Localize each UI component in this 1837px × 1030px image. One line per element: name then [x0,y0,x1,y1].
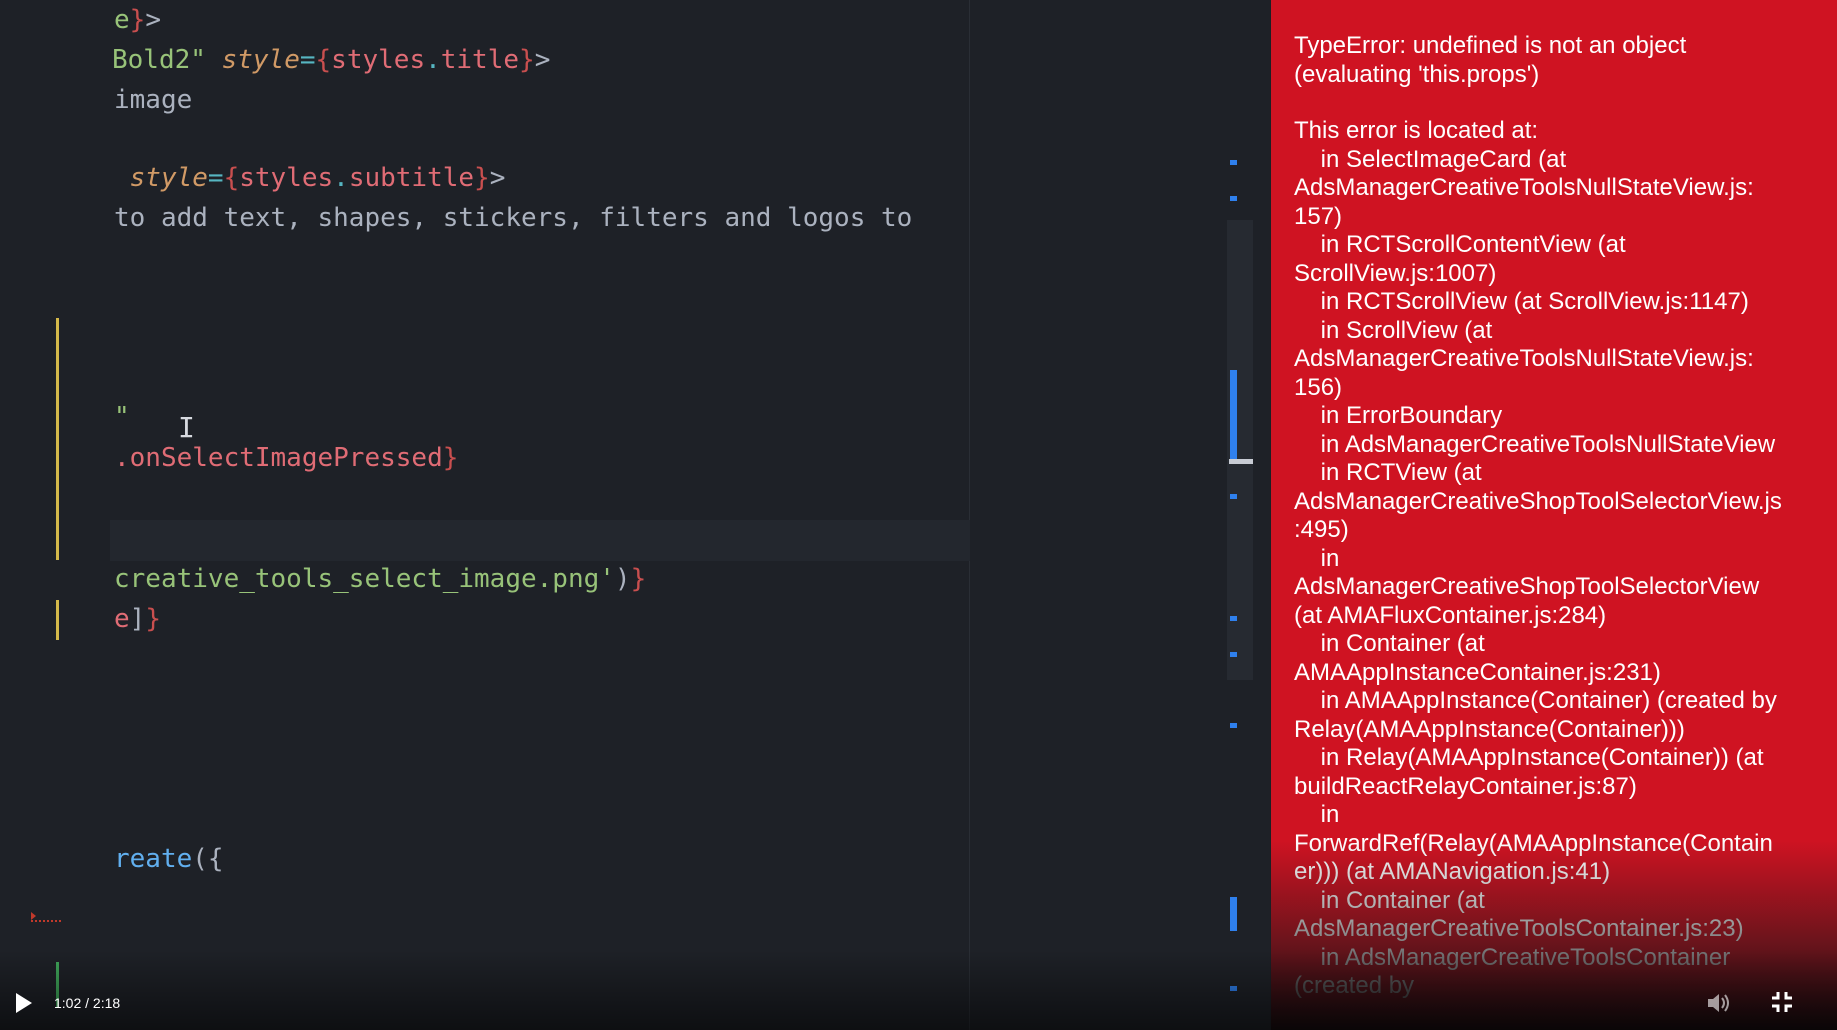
code-line[interactable]: e]} [114,599,161,639]
stack-trace-line: in ErrorBoundary [1294,402,1503,429]
stack-trace-line: in AdsManagerCreativeToolsNullStateView [1294,430,1776,458]
code-token: styles [239,163,334,193]
code-token: style [221,45,300,75]
error-title-line: TypeError: undefined is not an object [1294,32,1687,59]
code-token: to add text, shapes, stickers, filters a… [114,203,913,233]
error-title-line: (evaluating 'this.props') [1294,60,1540,88]
code-token: . [425,45,441,75]
code-token: = [299,45,316,75]
code-token: ] [129,604,146,634]
code-token: } [474,163,490,193]
code-line[interactable]: " [114,397,130,437]
active-line-highlight [110,520,970,561]
code-token: . [333,163,349,193]
code-token: } [519,45,535,75]
code-line[interactable]: .onSelectImagePressed} [114,438,458,478]
stack-trace-line: in SelectImageCard (at [1294,145,1567,173]
scrollbar-marker [1230,494,1237,499]
play-button[interactable] [13,991,35,1015]
stack-trace-line: 156) [1294,373,1343,401]
git-modified-marker [56,318,59,560]
code-token: } [630,564,647,594]
stack-trace-line: AdsManagerCreativeShopToolSelectorView [1294,573,1760,600]
code-line[interactable]: Bold2" style={styles.title}> [112,40,550,80]
stack-trace-line: in Container (at [1294,630,1485,657]
scrollbar-marker [1230,616,1237,621]
stack-trace-line: This error is located at: [1294,117,1539,144]
code-token: " [114,402,130,432]
stack-trace-line: in [1294,544,1340,572]
stack-trace-line: AdsManagerCreativeShopToolSelectorView.j… [1294,487,1782,515]
code-editor[interactable]: e}> Bold2" style={styles.title}> image sty… [0,0,1270,1030]
video-controls: 1:02 / 2:18 [0,950,1837,1030]
code-line[interactable]: image [114,80,192,120]
stack-trace-line: 157) [1294,202,1343,230]
code-token: .onSelectImagePressed [114,443,443,473]
breakpoint-icon[interactable] [31,912,61,922]
scrollbar-thumb[interactable] [1229,459,1253,464]
stack-trace-line: AMAAppInstanceContainer.js:231) [1294,658,1661,686]
code-line[interactable]: to add text, shapes, stickers, filters a… [114,198,912,238]
code-token: { [223,163,240,193]
volume-icon [1708,994,1729,1012]
code-token: image [114,85,193,115]
code-token: e [114,5,130,35]
time-display: 1:02 / 2:18 [54,995,121,1011]
exit-fullscreen-button[interactable] [1770,990,1794,1014]
code-token: } [129,5,146,35]
code-token: e [114,604,130,634]
editor-ruler [969,0,970,1030]
scrollbar-marker [1230,196,1237,201]
code-token: > [534,45,551,75]
code-token: } [442,443,459,473]
code-line[interactable]: reate({ [114,839,224,879]
stack-trace-line: AdsManagerCreativeToolsNullStateView.js: [1294,174,1754,201]
exit-fullscreen-icon [1772,992,1792,1012]
code-line[interactable]: e}> [114,0,161,40]
stack-trace-line: in ScrollView (at [1294,316,1493,344]
stack-trace-line: (at AMAFluxContainer.js:284) [1294,601,1607,629]
code-token: } [145,604,161,634]
code-token: ({ [192,844,224,874]
scrollbar-marker [1230,723,1237,728]
stack-trace-line: :495) [1294,516,1349,543]
stack-trace-line: in RCTScrollView (at ScrollView.js:1147) [1294,288,1749,315]
code-token: { [315,45,332,75]
stack-trace-line: buildReactRelayContainer.js:87) [1294,772,1637,800]
stack-trace-line: in RCTView (at [1294,459,1482,486]
stack-trace-line: ScrollView.js:1007) [1294,259,1497,287]
code-line[interactable]: creative_tools_select_image.png')} [114,559,646,599]
code-token: styles [331,45,426,75]
stack-trace-line: Relay(AMAAppInstance(Container))) [1294,715,1685,743]
code-token: = [207,163,224,193]
stack-trace-line: AdsManagerCreativeToolsNullStateView.js: [1294,345,1754,372]
error-gap [1294,89,1824,117]
code-token: ) [614,564,631,594]
code-token: creative_tools_select_image.png' [114,564,615,594]
volume-button[interactable] [1704,989,1732,1017]
error-redbox[interactable]: TypeError: undefined is not an object (ev… [1271,0,1837,1030]
code-token: > [145,5,161,35]
code-line[interactable]: style={styles.subtitle}> [114,158,506,198]
stack-trace-line: in Relay(AMAAppInstance(Container)) (at [1294,744,1764,771]
scrollbar-marker [1230,160,1237,165]
stack-trace-line: in [1294,801,1340,828]
git-modified-marker [56,600,59,640]
code-token: Bold2" [112,45,206,75]
text-cursor-icon: I [178,411,195,444]
code-token: subtitle [348,163,475,193]
code-token: > [489,163,506,193]
scrollbar-marker [1230,897,1237,931]
play-icon [16,993,32,1013]
code-token: title [440,45,520,75]
code-token: style [114,163,208,193]
stack-trace-line: in RCTScrollContentView (at [1294,231,1626,258]
scrollbar-marker [1230,652,1237,657]
code-token: reate [114,844,193,874]
stack-trace-line: in AMAAppInstance(Container) (created by [1294,687,1777,714]
scrollbar-marker [1230,370,1237,460]
